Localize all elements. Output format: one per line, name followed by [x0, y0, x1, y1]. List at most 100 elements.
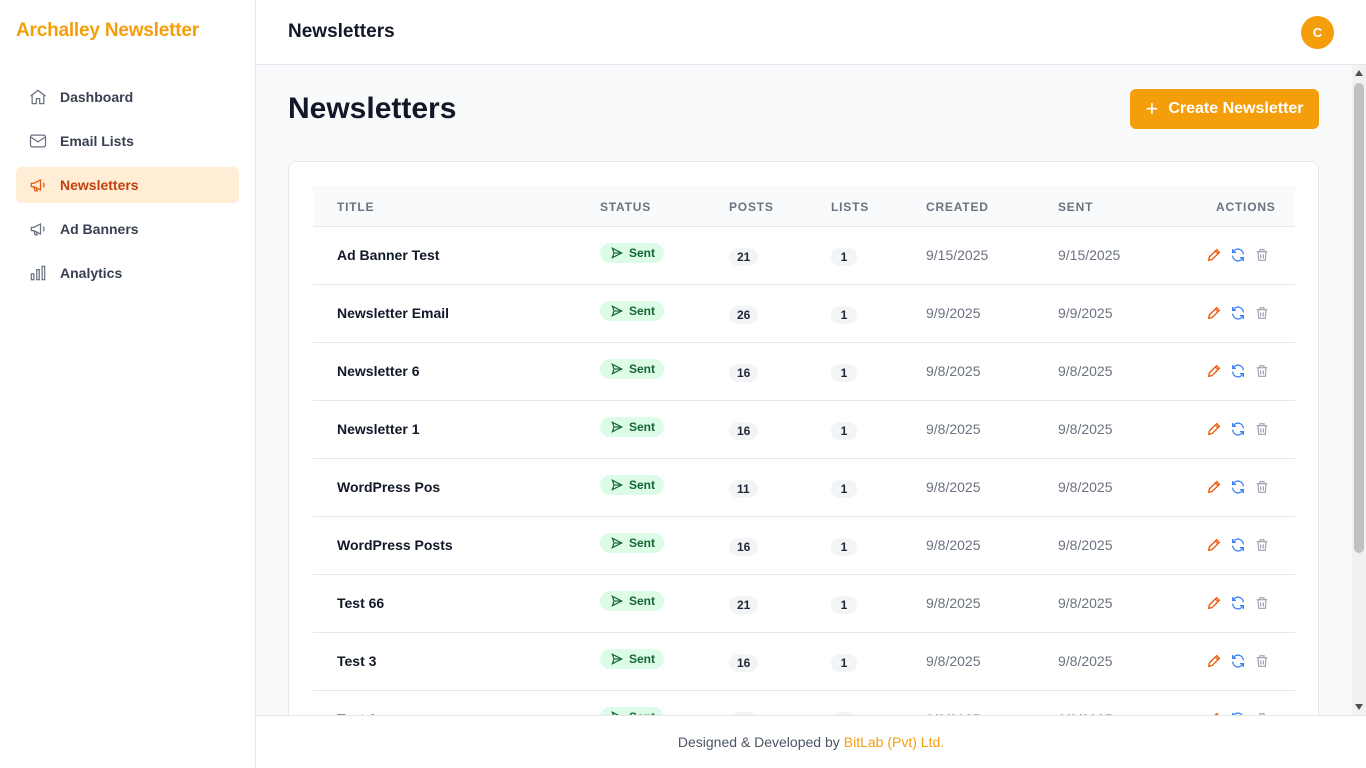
- edit-icon[interactable]: [1206, 363, 1222, 379]
- delete-icon[interactable]: [1254, 421, 1270, 437]
- megaphone-icon: [28, 175, 48, 195]
- table-row[interactable]: Test 66 Sent 21 1 9/8/2025 9/8/2025: [313, 575, 1295, 633]
- lists-count: 1: [831, 306, 857, 324]
- sent-date: 9/8/2025: [1058, 653, 1113, 669]
- table-row[interactable]: Test 1 Sent 16 1 9/8/2025 9/8/2025: [313, 691, 1295, 715]
- send-icon: [610, 304, 624, 318]
- column-header-title: TITLE: [337, 200, 375, 214]
- table-row[interactable]: Newsletter Email Sent 26 1 9/9/2025 9/9/…: [313, 285, 1295, 343]
- delete-icon[interactable]: [1254, 479, 1270, 495]
- row-actions: [1206, 595, 1270, 611]
- brand-title[interactable]: Archalley Newsletter: [16, 20, 199, 42]
- sent-date: 9/8/2025: [1058, 363, 1113, 379]
- header-title: Newsletters: [288, 21, 395, 42]
- lists-count: 1: [831, 654, 857, 672]
- create-newsletter-button[interactable]: + Create Newsletter: [1130, 89, 1319, 129]
- lists-count: 1: [831, 364, 857, 382]
- sent-date: 9/8/2025: [1058, 421, 1113, 437]
- posts-count: 16: [729, 422, 759, 440]
- megaphone-icon: [28, 219, 48, 239]
- main-scrollbar[interactable]: [1352, 65, 1366, 715]
- send-icon: [610, 536, 624, 550]
- lists-count: 1: [831, 480, 857, 498]
- status-badge: Sent: [600, 243, 665, 263]
- column-header-actions: ACTIONS: [1216, 200, 1276, 214]
- edit-icon[interactable]: [1206, 653, 1222, 669]
- row-title: Newsletter 6: [337, 363, 420, 379]
- status-badge: Sent: [600, 591, 665, 611]
- table-row[interactable]: Ad Banner Test Sent 21 1 9/15/2025 9/15/…: [313, 227, 1295, 285]
- row-actions: [1206, 305, 1270, 321]
- resend-icon[interactable]: [1230, 595, 1246, 611]
- table-row[interactable]: Newsletter 6 Sent 16 1 9/8/2025 9/8/2025: [313, 343, 1295, 401]
- table-row[interactable]: Test 3 Sent 16 1 9/8/2025 9/8/2025: [313, 633, 1295, 691]
- user-avatar[interactable]: C: [1301, 16, 1334, 49]
- table-row[interactable]: WordPress Pos Sent 11 1 9/8/2025 9/8/202…: [313, 459, 1295, 517]
- plus-icon: +: [1145, 96, 1159, 121]
- scroll-up-arrow-icon[interactable]: [1355, 70, 1363, 76]
- status-label: Sent: [629, 362, 656, 376]
- row-title: Newsletter 1: [337, 421, 420, 437]
- bar-chart-icon: [28, 263, 48, 283]
- status-label: Sent: [629, 536, 656, 550]
- delete-icon[interactable]: [1254, 247, 1270, 263]
- sidebar-item-email-lists[interactable]: Email Lists: [16, 123, 239, 159]
- row-title: Newsletter Email: [337, 305, 450, 321]
- scrollbar-thumb[interactable]: [1354, 83, 1364, 553]
- resend-icon[interactable]: [1230, 479, 1246, 495]
- column-header-lists: LISTS: [831, 200, 870, 214]
- resend-icon[interactable]: [1230, 305, 1246, 321]
- delete-icon[interactable]: [1254, 363, 1270, 379]
- row-title: Test 3: [337, 653, 377, 669]
- sidebar-item-label: Dashboard: [60, 89, 134, 105]
- resend-icon[interactable]: [1230, 421, 1246, 437]
- status-label: Sent: [629, 420, 656, 434]
- delete-icon[interactable]: [1254, 653, 1270, 669]
- resend-icon[interactable]: [1230, 537, 1246, 553]
- lists-count: 1: [831, 596, 857, 614]
- posts-count: 11: [729, 480, 758, 498]
- sidebar-item-ad-banners[interactable]: Ad Banners: [16, 211, 239, 247]
- edit-icon[interactable]: [1206, 305, 1222, 321]
- status-badge: Sent: [600, 649, 665, 669]
- delete-icon[interactable]: [1254, 595, 1270, 611]
- table-row[interactable]: Newsletter 1 Sent 16 1 9/8/2025 9/8/2025: [313, 401, 1295, 459]
- row-title: Ad Banner Test: [337, 247, 440, 263]
- sidebar-item-label: Analytics: [60, 265, 123, 281]
- created-date: 9/8/2025: [926, 479, 981, 495]
- status-badge: Sent: [600, 359, 665, 379]
- sidebar-item-newsletters[interactable]: Newsletters: [16, 167, 239, 203]
- row-actions: [1206, 421, 1270, 437]
- send-icon: [610, 420, 624, 434]
- resend-icon[interactable]: [1230, 363, 1246, 379]
- top-header: Newsletters C: [256, 0, 1366, 65]
- edit-icon[interactable]: [1206, 595, 1222, 611]
- sidebar-item-analytics[interactable]: Analytics: [16, 255, 239, 291]
- newsletters-table: TITLE STATUS POSTS LISTS CREATED SENT AC…: [313, 186, 1295, 715]
- footer: Designed & Developed by BitLab (Pvt) Ltd…: [256, 715, 1366, 768]
- send-icon: [610, 594, 624, 608]
- row-title: WordPress Posts: [337, 537, 453, 553]
- resend-icon[interactable]: [1230, 653, 1246, 669]
- edit-icon[interactable]: [1206, 421, 1222, 437]
- footer-company-link[interactable]: BitLab (Pvt) Ltd.: [844, 734, 944, 750]
- status-label: Sent: [629, 478, 656, 492]
- delete-icon[interactable]: [1254, 305, 1270, 321]
- table-row[interactable]: WordPress Posts Sent 16 1 9/8/2025 9/8/2…: [313, 517, 1295, 575]
- edit-icon[interactable]: [1206, 479, 1222, 495]
- table-body: Ad Banner Test Sent 21 1 9/15/2025 9/15/…: [313, 227, 1295, 715]
- send-icon: [610, 652, 624, 666]
- resend-icon[interactable]: [1230, 247, 1246, 263]
- posts-count: 16: [729, 654, 759, 672]
- lists-count: 1: [831, 538, 857, 556]
- sidebar-item-dashboard[interactable]: Dashboard: [16, 79, 239, 115]
- mail-icon: [28, 131, 48, 151]
- row-actions: [1206, 247, 1270, 263]
- edit-icon[interactable]: [1206, 537, 1222, 553]
- delete-icon[interactable]: [1254, 537, 1270, 553]
- edit-icon[interactable]: [1206, 247, 1222, 263]
- sent-date: 9/9/2025: [1058, 305, 1113, 321]
- scroll-down-arrow-icon[interactable]: [1355, 704, 1363, 710]
- created-date: 9/15/2025: [926, 247, 989, 263]
- row-title: Test 66: [337, 595, 385, 611]
